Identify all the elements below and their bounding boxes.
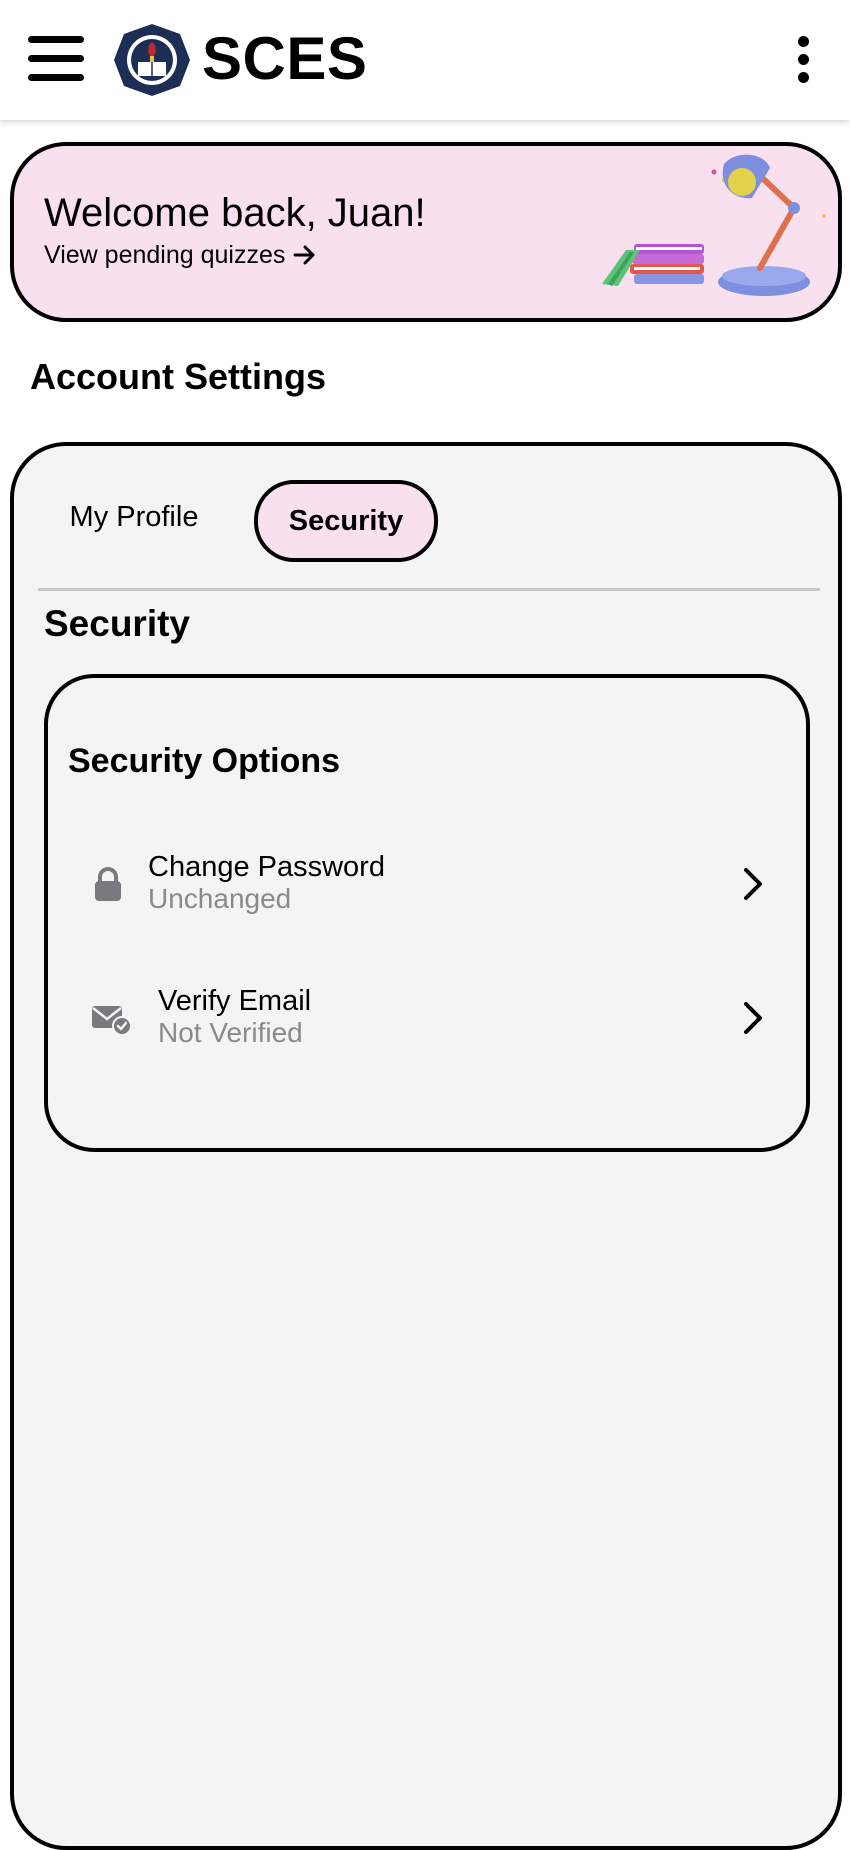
change-password-status: Unchanged	[148, 883, 292, 914]
pending-quizzes-label: View pending quizzes	[44, 241, 286, 269]
chevron-right-icon	[744, 868, 762, 900]
tab-divider	[38, 588, 820, 591]
change-password-option[interactable]: Change Password Unchanged	[48, 840, 806, 930]
security-heading: Security	[44, 603, 191, 644]
security-options-card: Security Options Change Password Unchang…	[44, 674, 810, 1152]
lock-icon	[95, 867, 121, 901]
change-password-label: Change Password	[148, 851, 385, 883]
pending-quizzes-link[interactable]: View pending quizzes	[44, 240, 317, 270]
security-options-title: Security Options	[68, 742, 341, 780]
kebab-more-icon[interactable]	[790, 34, 816, 86]
tab-security[interactable]: Security	[254, 480, 438, 562]
hamburger-menu-icon[interactable]	[28, 34, 84, 84]
welcome-text: Welcome back, Juan!	[44, 191, 426, 235]
welcome-banner[interactable]: Welcome back, Juan! View pending quizzes	[10, 142, 842, 322]
mail-check-icon	[92, 1006, 132, 1036]
top-app-bar: SCES	[0, 0, 850, 120]
verify-email-status: Not Verified	[158, 1017, 303, 1048]
tab-my-profile[interactable]: My Profile	[54, 480, 214, 554]
desk-lamp-books-illustration	[602, 154, 826, 296]
school-seal-logo	[114, 24, 190, 96]
app-title: SCES	[202, 25, 368, 92]
settings-panel: My Profile Security Security Security Op…	[10, 442, 842, 1850]
chevron-right-icon	[744, 1002, 762, 1034]
verify-email-label: Verify Email	[158, 985, 312, 1017]
arrow-right-icon	[293, 245, 315, 265]
verify-email-option[interactable]: Verify Email Not Verified	[48, 974, 806, 1064]
page-title: Account Settings	[30, 356, 327, 397]
